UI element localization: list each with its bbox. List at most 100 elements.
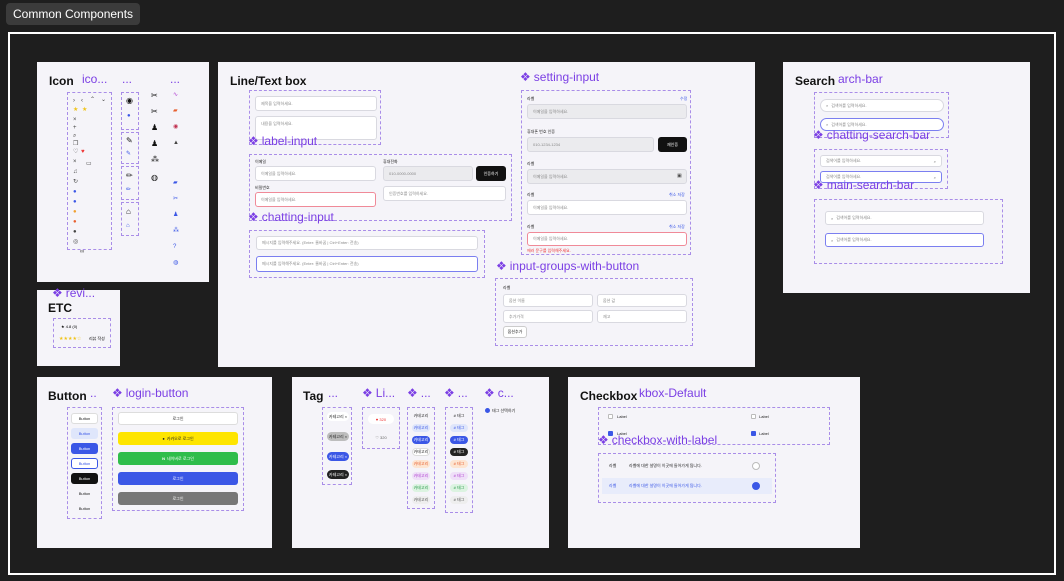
- category-tag-gray[interactable]: 카테고리 ×: [327, 432, 349, 441]
- kakao-icon: ●: [162, 436, 165, 441]
- basketball-blue-icon: ◍: [173, 260, 179, 266]
- location-icon: ●: [73, 229, 77, 235]
- color-tag-8[interactable]: 카테고리: [412, 496, 430, 504]
- setting-input-active[interactable]: 이메일을 입력하세요.: [527, 200, 687, 215]
- input-groups-label: 라벨: [503, 285, 511, 290]
- icon-frame-title: Icon: [49, 74, 74, 88]
- extra-price-input[interactable]: 추가가격: [503, 310, 593, 323]
- code-input[interactable]: 인증번호를 입력하세요.: [383, 186, 506, 201]
- hash-tag-1[interactable]: # 태그: [450, 412, 468, 420]
- wrench-icon: ✎: [126, 136, 133, 145]
- row-desc-2: 라벨에 대한 설명이 이곳에 들어가게 됩니다.: [629, 483, 702, 488]
- checkbox-variant: kbox-Default: [639, 386, 707, 400]
- row-title-1: 라벨: [609, 463, 617, 468]
- hash-tag-6[interactable]: # 태그: [450, 472, 468, 480]
- like-tag-active[interactable]: ♥ 320: [368, 414, 394, 424]
- add-option-button[interactable]: 옵션추가: [503, 326, 527, 338]
- name-input[interactable]: 이메일을 입력하세요.: [255, 166, 376, 181]
- setting-actions-2[interactable]: 취소 저장: [669, 224, 685, 230]
- tag-check-checkbox[interactable]: [485, 408, 490, 413]
- reauth-button[interactable]: 재인증: [658, 137, 687, 152]
- setting-label-4: 라벨: [527, 224, 535, 229]
- etc-frame-title: ETC: [48, 301, 72, 315]
- color-tag-4[interactable]: 카테고리: [412, 448, 430, 456]
- setting-input-1[interactable]: 이메일을 입력하세요.: [527, 104, 687, 119]
- large-search-input-focused[interactable]: ⌕ 검색어를 입력하세요.: [825, 233, 984, 247]
- phone-input[interactable]: 010-0000-0000: [383, 166, 473, 181]
- checkbox-frame: Checkbox kbox-Default Label Label Label …: [568, 377, 860, 548]
- login-disabled-button[interactable]: 로그인: [118, 492, 238, 505]
- search-frame-title: Search: [795, 74, 836, 88]
- chatting-search-input[interactable]: ⌕ 검색어를 입력하세요.: [820, 99, 944, 112]
- password-input[interactable]: 이메일을 입력하세요.: [255, 192, 376, 207]
- login-default-button[interactable]: 로그인: [118, 412, 238, 425]
- chat-message-input-focused[interactable]: 메시지를 입력해주세요. (Enter: 줄바꿈 | Ctrl+Enter: 전…: [256, 256, 478, 272]
- category-tag-dark[interactable]: 카테고리 ×: [327, 470, 349, 479]
- checkbox-checked-2[interactable]: [751, 431, 756, 436]
- setting-error-text: 에러 문구를 입력해주세요.: [527, 248, 571, 253]
- icon-set-4: ✏ ✏: [121, 166, 139, 200]
- option-value-input[interactable]: 옵션 값: [597, 294, 687, 307]
- button-outline[interactable]: Button: [71, 458, 98, 469]
- like-tag[interactable]: ♡ 320: [368, 432, 394, 442]
- rating-small: ★ 4.8 (0): [61, 324, 78, 329]
- checkbox-unchecked[interactable]: [608, 414, 613, 419]
- dot-icon: ●: [73, 189, 77, 195]
- login-primary-button[interactable]: 로그인: [118, 472, 238, 485]
- chat-message-input[interactable]: 메시지를 입력해주세요. (Enter: 줄바꿈 | Ctrl+Enter: 전…: [256, 236, 478, 250]
- search-frame: Search arch-bar ⌕ 검색어를 입력하세요. ⌕ 검색어를 입력하…: [783, 62, 1030, 293]
- setting-actions[interactable]: 취소 저장: [669, 192, 685, 198]
- hash-tags-group: # 태그 # 태그 # 태그 # 태그 # 태그 # 태그 # 태그 # 태그: [445, 407, 473, 513]
- category-tag-blue[interactable]: 카테고리 ×: [327, 452, 349, 461]
- button-text[interactable]: Button: [71, 488, 98, 499]
- verify-button[interactable]: 인증하기: [476, 166, 506, 181]
- large-search-input[interactable]: ⌕ 검색어를 입력하세요.: [825, 211, 984, 225]
- phone-auth-input[interactable]: 010-1234-1234: [527, 137, 654, 152]
- button-primary[interactable]: Button: [71, 443, 98, 454]
- button-light[interactable]: Button: [71, 428, 98, 439]
- dot-icon-2: ●: [73, 199, 77, 205]
- tag-check-label: 태그 선택하기: [492, 408, 516, 413]
- stock-input[interactable]: 재고: [597, 310, 687, 323]
- hash-tag-8[interactable]: # 태그: [450, 496, 468, 504]
- hash-tag-3[interactable]: # 태그: [450, 436, 468, 444]
- color-tag-2[interactable]: 카테고리: [412, 424, 430, 432]
- close-icon-2: ×: [73, 159, 77, 165]
- setting-edit-link[interactable]: 수정: [680, 96, 687, 102]
- hash-tag-4[interactable]: # 태그: [450, 448, 468, 456]
- hash-tag-5[interactable]: # 태그: [450, 460, 468, 468]
- hash-tag-2[interactable]: # 태그: [450, 424, 468, 432]
- setting-input-error[interactable]: 이메일을 입력하세요.: [527, 232, 687, 246]
- main-search-input[interactable]: 검색어를 입력하세요. ⌕: [820, 155, 942, 167]
- color-tag-5[interactable]: 카테고리: [412, 460, 430, 468]
- row-radio-1[interactable]: [752, 462, 760, 470]
- setting-input-locked[interactable]: 이메일을 입력하세요.: [527, 169, 687, 184]
- color-tag-7[interactable]: 카테고리: [412, 484, 430, 492]
- button-dark[interactable]: Button: [71, 473, 98, 484]
- checkbox-unchecked-2[interactable]: [751, 414, 756, 419]
- option-name-input[interactable]: 옵션 이름: [503, 294, 593, 307]
- color-tag-3[interactable]: 카테고리: [412, 436, 430, 444]
- color-tag-6[interactable]: 카테고리: [412, 472, 430, 480]
- like-tags-group: ♥ 320 ♡ 320: [362, 407, 400, 449]
- category-tag[interactable]: 카테고리 ×: [327, 412, 349, 421]
- icon-variant-label: ico...: [82, 72, 108, 86]
- color-tag-1[interactable]: 카테고리: [412, 412, 430, 420]
- hash-tag-7[interactable]: # 태그: [450, 484, 468, 492]
- row-radio-2[interactable]: [752, 482, 760, 490]
- refresh-icon: ↻: [73, 179, 79, 185]
- etc-frame: ❖ revi... ETC ★ 4.8 (0) ★★★★☆ 리뷰 작성: [37, 286, 120, 366]
- button-default[interactable]: Button: [71, 413, 98, 424]
- kakao-login-button[interactable]: ● 카카오로 로그인: [118, 432, 238, 445]
- naver-login-button[interactable]: N 네이버로 로그인: [118, 452, 238, 465]
- checkbox-frame-title: Checkbox: [580, 389, 638, 403]
- tools-icon: ✂: [151, 91, 158, 100]
- line-text-frame-title: Line/Text box: [230, 74, 307, 88]
- title-input[interactable]: 제목을 입력하세요.: [255, 96, 377, 111]
- scissors-icon: ✂: [151, 107, 158, 116]
- naver-icon: N: [162, 456, 165, 461]
- category-tags-group: 카테고리 × 카테고리 × 카테고리 × 카테고리 ×: [322, 407, 352, 485]
- user-icon: ♟: [151, 123, 159, 132]
- button-text-2[interactable]: Button: [71, 503, 98, 514]
- color-category-tags-group: 카테고리 카테고리 카테고리 카테고리 카테고리 카테고리 카테고리 카테고리: [407, 407, 435, 509]
